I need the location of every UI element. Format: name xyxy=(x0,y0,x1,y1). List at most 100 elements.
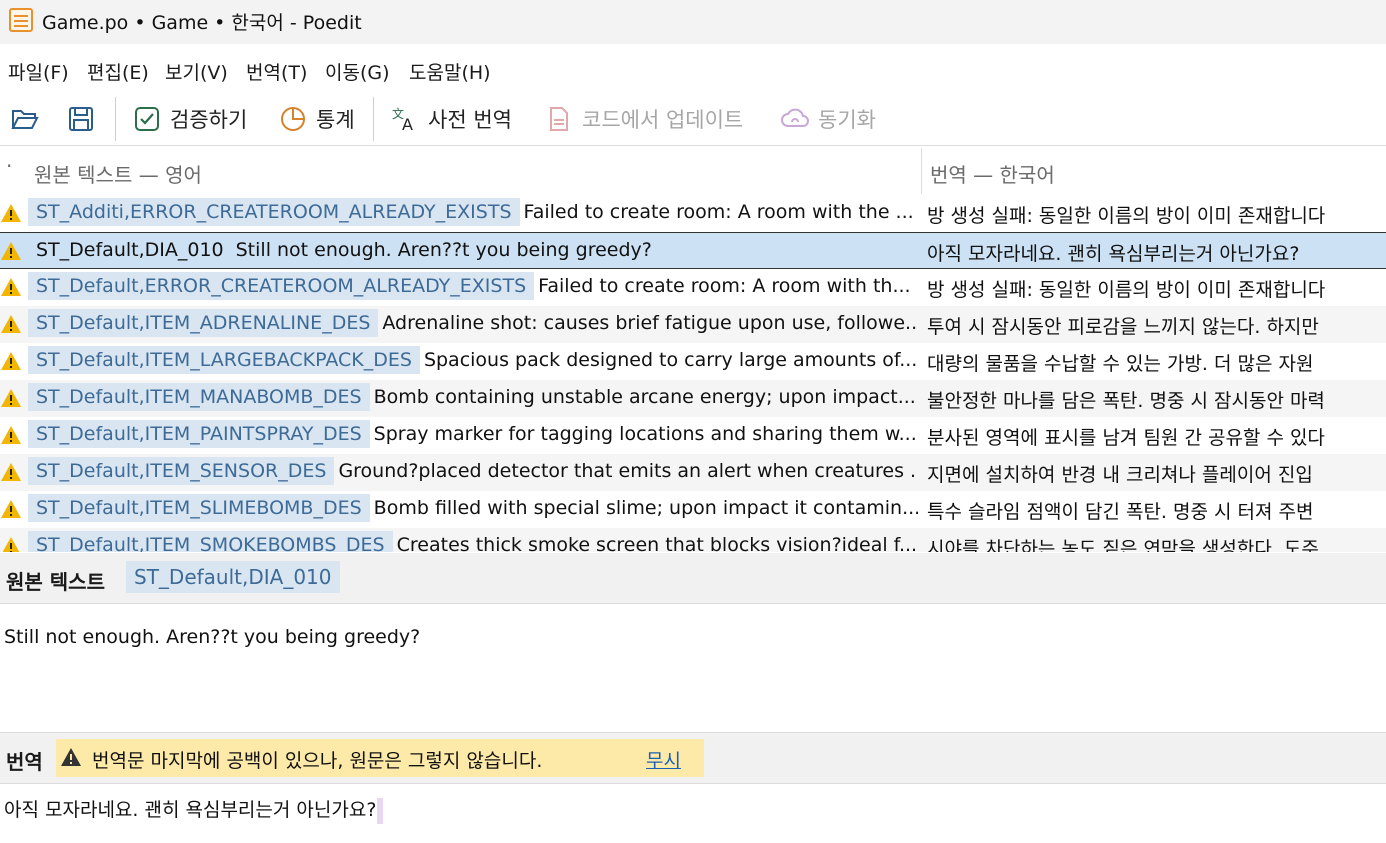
source-cell: ST_Default,ITEM_SLIMEBOMB_DES Bomb filled… xyxy=(28,491,918,528)
validate-button[interactable]: 검증하기 xyxy=(132,97,247,141)
translation-editor[interactable]: 아직 모자라네요. 괜히 욕심부리는거 아닌가요? xyxy=(4,795,384,824)
table-row[interactable]: ST_Default,ITEM_SMOKEBOMBS_DES Creates th… xyxy=(0,528,1386,552)
table-row[interactable]: ST_Default,ITEM_ADRENALINE_DES Adrenaline… xyxy=(0,306,1386,343)
update-from-code-label: 코드에서 업데이트 xyxy=(582,108,744,132)
translation-column-header[interactable]: 번역 — 한국어 xyxy=(930,159,1055,188)
translation-cell: 방 생성 실패: 동일한 이름의 방이 이미 존재합니다 xyxy=(927,279,1326,301)
translation-panel-label: 번역 xyxy=(6,750,43,774)
status-column-header: · xyxy=(6,154,13,178)
save-button[interactable] xyxy=(66,97,104,141)
translation-cell: 지면에 설치하여 반경 내 크리쳐나 플레이어 진입 xyxy=(927,464,1313,486)
table-row[interactable]: ST_Default,ITEM_SLIMEBOMB_DES Bomb filled… xyxy=(0,491,1386,528)
context-tag: ST_Default,ITEM_SLIMEBOMB_DES xyxy=(28,494,370,522)
warning-icon xyxy=(1,315,21,333)
context-tag: ST_Default,ITEM_ADRENALINE_DES xyxy=(28,309,379,337)
source-string: Adrenaline shot: causes brief fatigue up… xyxy=(382,312,918,334)
translation-cell: 아직 모자라네요. 괜히 욕심부리는거 아닌가요? xyxy=(927,243,1300,265)
column-divider[interactable] xyxy=(921,148,922,194)
ignore-link[interactable]: 무시 xyxy=(646,746,681,773)
warning-icon xyxy=(1,204,21,222)
statistics-button[interactable]: 통계 xyxy=(278,97,355,141)
pretranslate-label: 사전 번역 xyxy=(428,108,512,132)
context-tag: ST_Default,DIA_010 xyxy=(36,239,224,261)
list-header: · 원본 텍스트 — 영어 번역 — 한국어 xyxy=(0,148,1386,194)
context-tag: ST_Default,ITEM_MANABOMB_DES xyxy=(28,383,370,411)
save-icon xyxy=(69,107,93,131)
folder-open-icon xyxy=(11,110,39,129)
table-row[interactable]: ST_Default,ERROR_CREATEROOM_ALREADY_EXIS… xyxy=(0,269,1386,306)
source-cell: ST_Default,ITEM_LARGEBACKPACK_DES Spaciou… xyxy=(28,343,918,380)
translation-cell: 특수 슬라임 점액이 담긴 폭탄. 명중 시 터져 주변 xyxy=(927,501,1314,523)
warning-icon xyxy=(1,352,21,370)
translation-cell: 대량의 물품을 수납할 수 있는 가방. 더 많은 자원 xyxy=(927,353,1314,375)
source-cell: ST_Additi,ERROR_CREATEROOM_ALREADY_EXIST… xyxy=(28,195,918,232)
warning-icon xyxy=(1,426,21,444)
source-cell: ST_Default,ITEM_SENSOR_DES Ground?placed … xyxy=(28,454,918,491)
source-cell: ST_Default,DIA_010 Still not enough. Aren… xyxy=(28,233,918,270)
translation-panel-header: 번역 번역문 마지막에 공백이 있으나, 원문은 그렇지 않습니다. 무시 xyxy=(0,732,1386,784)
source-text: Still not enough. Aren??t you being gree… xyxy=(4,626,421,648)
source-cell: ST_Default,ITEM_MANABOMB_DES Bomb contain… xyxy=(28,380,918,417)
table-row[interactable]: ST_Default,ITEM_PAINTSPRAY_DES Spray mark… xyxy=(0,417,1386,454)
svg-text:A: A xyxy=(402,115,413,134)
translate-icon: 文A xyxy=(392,106,413,134)
validate-label: 검증하기 xyxy=(170,108,248,132)
context-tag: ST_Default,ERROR_CREATEROOM_ALREADY_EXIS… xyxy=(28,272,535,300)
title-bar: Game.po • Game • 한국어 - Poedit xyxy=(0,0,1386,44)
menu-go[interactable]: 이동(G) xyxy=(325,58,390,85)
table-row[interactable]: ST_Additi,ERROR_CREATEROOM_ALREADY_EXIST… xyxy=(0,195,1386,232)
translation-cell: 시야를 차단하는 농도 짙은 연막을 생성한다. 도주 xyxy=(927,538,1319,552)
source-column-header[interactable]: 원본 텍스트 — 영어 xyxy=(34,159,202,188)
toolbar-divider xyxy=(373,97,374,141)
source-cell: ST_Default,ERROR_CREATEROOM_ALREADY_EXIS… xyxy=(28,269,918,306)
menu-translation[interactable]: 번역(T) xyxy=(246,58,307,85)
text-cursor xyxy=(377,797,384,824)
statistics-label: 통계 xyxy=(316,108,355,132)
source-string: Bomb filled with special slime; upon imp… xyxy=(373,497,918,519)
source-string: Spray marker for tagging locations and s… xyxy=(373,423,917,445)
sync-label: 동기화 xyxy=(818,108,876,132)
menu-edit[interactable]: 편집(E) xyxy=(87,58,149,85)
table-row[interactable]: ST_Default,DIA_010 Still not enough. Aren… xyxy=(0,232,1386,269)
context-tag: ST_Default,ITEM_SENSOR_DES xyxy=(28,457,335,485)
context-badge: ST_Default,DIA_010 xyxy=(126,561,340,593)
translation-text: 아직 모자라네요. 괜히 욕심부리는거 아닌가요? xyxy=(4,799,377,821)
table-row[interactable]: ST_Default,ITEM_MANABOMB_DES Bomb contain… xyxy=(0,380,1386,417)
source-string: Failed to create room: A room with th... xyxy=(538,275,911,297)
update-from-code-button[interactable]: 코드에서 업데이트 xyxy=(544,97,743,141)
source-panel-header: 원본 텍스트 ST_Default,DIA_010 xyxy=(0,553,1386,604)
source-cell: ST_Default,ITEM_PAINTSPRAY_DES Spray mark… xyxy=(28,417,918,454)
document-icon xyxy=(550,107,568,131)
menu-file[interactable]: 파일(F) xyxy=(8,58,69,85)
check-icon xyxy=(135,107,159,131)
table-row[interactable]: ST_Default,ITEM_SENSOR_DES Ground?placed … xyxy=(0,454,1386,491)
menu-help[interactable]: 도움말(H) xyxy=(409,58,491,85)
open-button[interactable] xyxy=(10,97,48,141)
warning-icon xyxy=(1,463,21,481)
translation-cell: 방 생성 실패: 동일한 이름의 방이 이미 존재합니다 xyxy=(927,205,1326,227)
warning-icon xyxy=(1,500,21,518)
context-tag: ST_Default,ITEM_LARGEBACKPACK_DES xyxy=(28,346,420,374)
translation-cell: 투여 시 잠시동안 피로감을 느끼지 않는다. 하지만 xyxy=(927,316,1319,338)
toolbar: 검증하기 통계 文A 사전 번역 코드에서 업데이트 동기화 xyxy=(0,93,1386,146)
source-cell: ST_Default,ITEM_ADRENALINE_DES Adrenaline… xyxy=(28,306,918,343)
warning-message: 번역문 마지막에 공백이 있으나, 원문은 그렇지 않습니다. xyxy=(92,750,543,772)
warning-icon xyxy=(1,242,21,260)
context-tag: ST_Default,ITEM_PAINTSPRAY_DES xyxy=(28,420,370,448)
entries-list[interactable]: ST_Additi,ERROR_CREATEROOM_ALREADY_EXIST… xyxy=(0,195,1386,552)
context-tag: ST_Default,ITEM_SMOKEBOMBS_DES xyxy=(28,531,393,552)
menu-view[interactable]: 보기(V) xyxy=(165,58,228,85)
source-string: Bomb containing unstable arcane energy; … xyxy=(373,386,916,408)
cloud-sync-icon xyxy=(781,108,809,127)
pretranslate-button[interactable]: 文A 사전 번역 xyxy=(390,97,512,141)
translation-cell: 불안정한 마나를 담은 폭탄. 명중 시 잠시동안 마력 xyxy=(927,390,1325,412)
warning-icon xyxy=(1,389,21,407)
sync-button[interactable]: 동기화 xyxy=(780,97,876,141)
source-string: Ground?placed detector that emits an ale… xyxy=(338,460,918,482)
source-string: Still not enough. Aren??t you being gree… xyxy=(235,239,652,261)
table-row[interactable]: ST_Default,ITEM_LARGEBACKPACK_DES Spaciou… xyxy=(0,343,1386,380)
toolbar-divider xyxy=(115,97,116,141)
source-panel-label: 원본 텍스트 xyxy=(6,570,105,594)
poedit-icon xyxy=(9,8,33,32)
source-string: Spacious pack designed to carry large am… xyxy=(423,349,918,371)
